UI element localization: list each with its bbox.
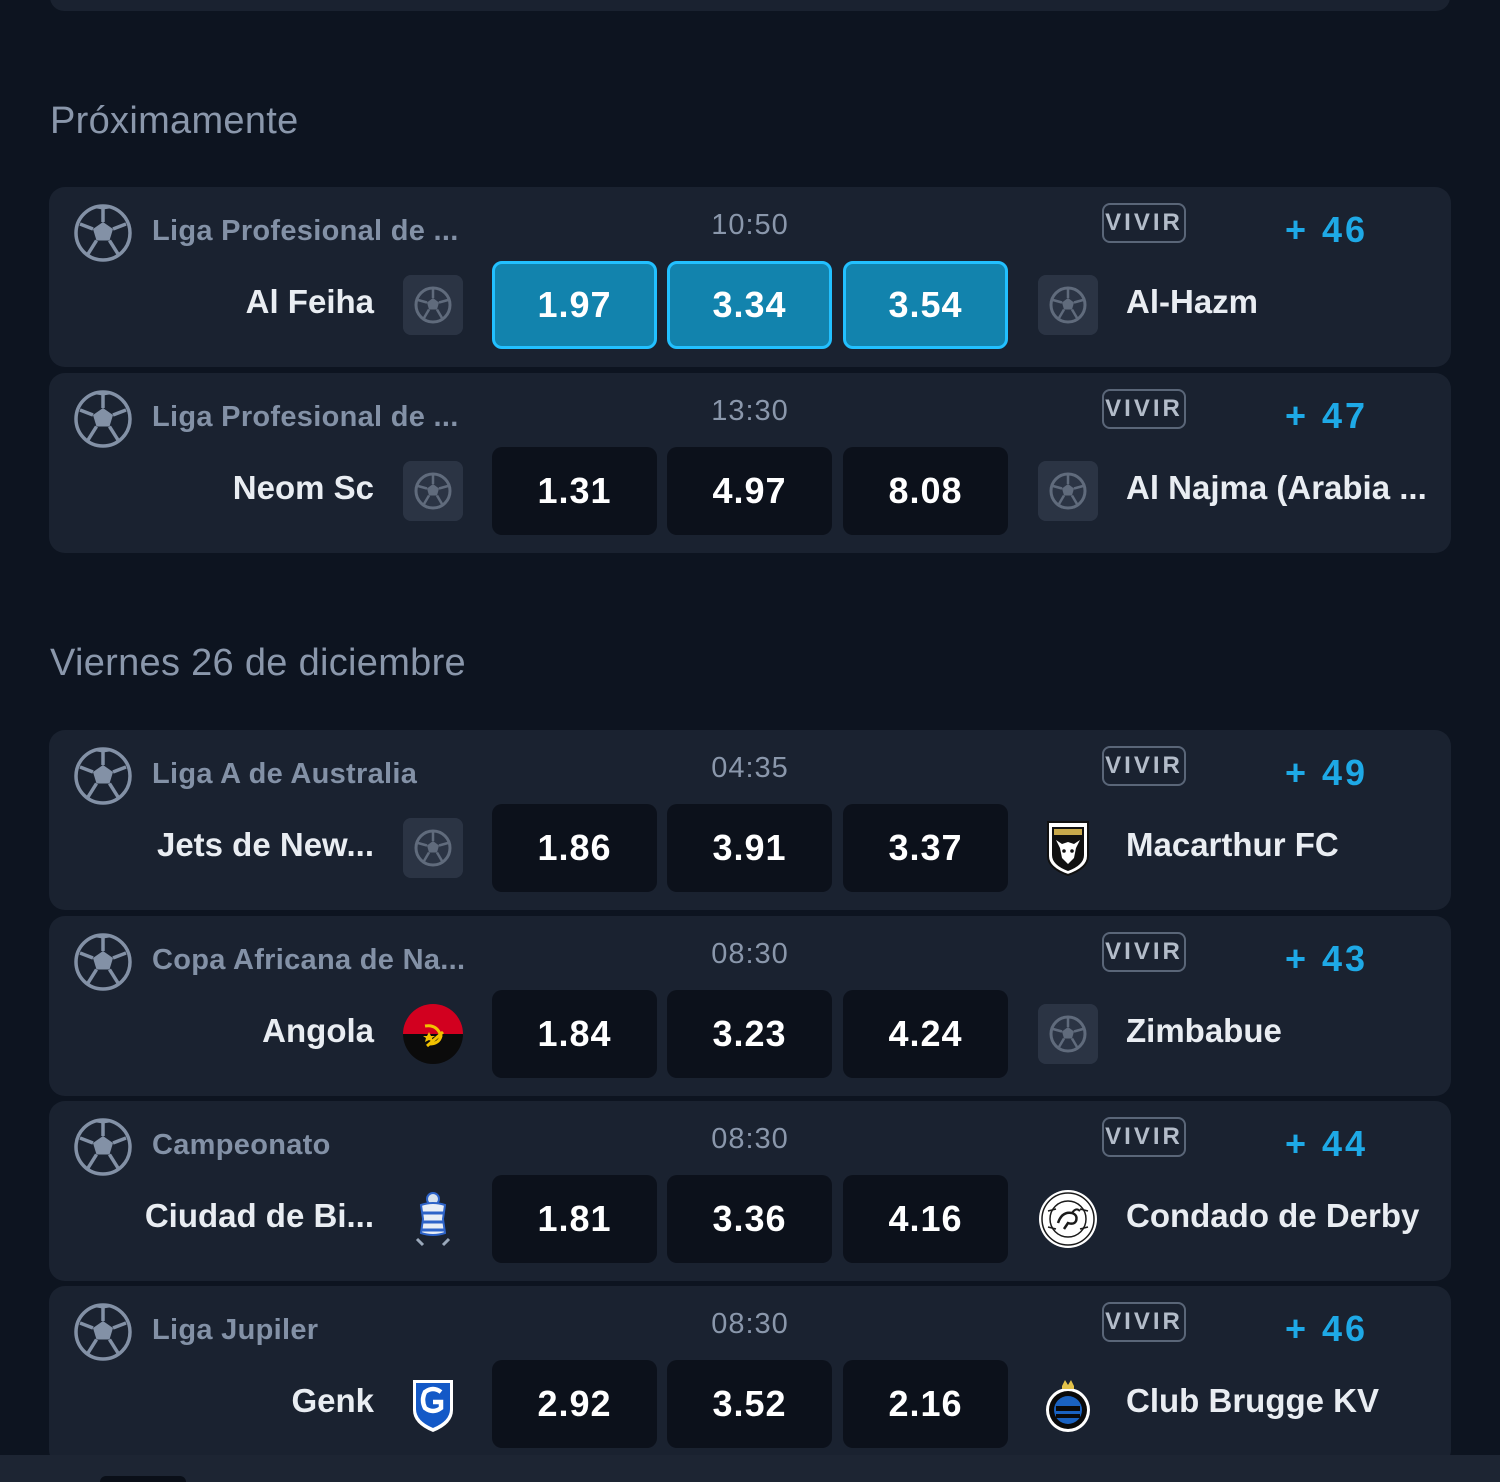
soccer-ball-icon xyxy=(403,461,463,521)
away-team-name[interactable]: Zimbabue xyxy=(1126,1012,1282,1050)
soccer-ball-icon xyxy=(403,275,463,335)
more-markets-link[interactable]: + 46 xyxy=(1285,209,1368,251)
match-time: 08:30 xyxy=(711,1308,789,1340)
league-name: Campeonato xyxy=(152,1129,331,1161)
soccer-ball-icon xyxy=(403,818,463,878)
more-markets-link[interactable]: + 49 xyxy=(1285,752,1368,794)
soccer-ball-icon xyxy=(1038,275,1098,335)
live-badge: VIVIR xyxy=(1102,746,1186,786)
soccer-ball-icon xyxy=(73,746,133,806)
home-team-name[interactable]: Jets de New... xyxy=(157,826,374,864)
match-card[interactable]: Copa Africana de Na... 08:30 VIVIR + 43 … xyxy=(49,916,1451,1096)
derby-crest-icon xyxy=(1039,1190,1097,1248)
soccer-ball-icon xyxy=(73,389,133,449)
more-markets-link[interactable]: + 47 xyxy=(1285,395,1368,437)
home-team-name[interactable]: Angola xyxy=(262,1012,374,1050)
more-markets-link[interactable]: + 46 xyxy=(1285,1308,1368,1350)
live-badge: VIVIR xyxy=(1102,932,1186,972)
odd-away-button[interactable]: 4.24 xyxy=(843,990,1008,1078)
section-title-date: Viernes 26 de diciembre xyxy=(50,642,466,684)
league-name: Liga A de Australia xyxy=(152,758,418,790)
league-name: Liga Profesional de ... xyxy=(152,401,459,433)
odd-away-button[interactable]: 8.08 xyxy=(843,447,1008,535)
odd-home-button[interactable]: 1.81 xyxy=(492,1175,657,1263)
home-team-name[interactable]: Neom Sc xyxy=(233,469,374,507)
match-card[interactable]: Campeonato 08:30 VIVIR + 44 Ciudad de Bi… xyxy=(49,1101,1451,1281)
tab-indicator xyxy=(100,1476,186,1482)
odd-away-button[interactable]: 3.54 xyxy=(843,261,1008,349)
live-badge: VIVIR xyxy=(1102,203,1186,243)
soccer-ball-icon xyxy=(73,1302,133,1362)
away-team-name[interactable]: Al-Hazm xyxy=(1126,283,1258,321)
home-team-name[interactable]: Al Feiha xyxy=(246,283,374,321)
odd-away-button[interactable]: 4.16 xyxy=(843,1175,1008,1263)
league-name: Copa Africana de Na... xyxy=(152,944,466,976)
match-time: 13:30 xyxy=(711,395,789,427)
macarthur-crest-icon xyxy=(1047,821,1089,877)
odd-away-button[interactable]: 3.37 xyxy=(843,804,1008,892)
match-time: 08:30 xyxy=(711,938,789,970)
birmingham-crest-icon xyxy=(415,1192,451,1247)
away-team-name[interactable]: Club Brugge KV xyxy=(1126,1382,1379,1420)
more-markets-link[interactable]: + 44 xyxy=(1285,1123,1368,1165)
match-card[interactable]: Liga Profesional de ... 13:30 VIVIR + 47… xyxy=(49,373,1451,553)
match-time: 10:50 xyxy=(711,209,789,241)
match-time: 08:30 xyxy=(711,1123,789,1155)
live-badge: VIVIR xyxy=(1102,389,1186,429)
odd-away-button[interactable]: 2.16 xyxy=(843,1360,1008,1448)
match-card[interactable]: Liga Profesional de ... 10:50 VIVIR + 46… xyxy=(49,187,1451,367)
odd-draw-button[interactable]: 4.97 xyxy=(667,447,832,535)
odd-home-button[interactable]: 1.97 xyxy=(492,261,657,349)
home-team-name[interactable]: Genk xyxy=(291,1382,374,1420)
away-team-name[interactable]: Condado de Derby xyxy=(1126,1197,1419,1235)
odd-home-button[interactable]: 1.84 xyxy=(492,990,657,1078)
live-badge: VIVIR xyxy=(1102,1117,1186,1157)
odd-draw-button[interactable]: 3.23 xyxy=(667,990,832,1078)
odd-draw-button[interactable]: 3.52 xyxy=(667,1360,832,1448)
live-badge: VIVIR xyxy=(1102,1302,1186,1342)
away-team-name[interactable]: Al Najma (Arabia ... xyxy=(1126,469,1427,507)
away-team-name[interactable]: Macarthur FC xyxy=(1126,826,1339,864)
more-markets-link[interactable]: + 43 xyxy=(1285,938,1368,980)
odd-draw-button[interactable]: 3.91 xyxy=(667,804,832,892)
brugge-crest-icon xyxy=(1046,1380,1090,1432)
soccer-ball-icon xyxy=(1038,461,1098,521)
league-name: Liga Jupiler xyxy=(152,1314,319,1346)
bottom-navigation-bar xyxy=(0,1455,1500,1482)
home-team-name[interactable]: Ciudad de Bi... xyxy=(145,1197,374,1235)
section-title-upcoming: Próximamente xyxy=(50,100,299,142)
odd-home-button[interactable]: 1.31 xyxy=(492,447,657,535)
previous-card-edge xyxy=(50,0,1450,11)
soccer-ball-icon xyxy=(73,1117,133,1177)
soccer-ball-icon xyxy=(73,203,133,263)
odd-draw-button[interactable]: 3.36 xyxy=(667,1175,832,1263)
match-card[interactable]: Liga A de Australia 04:35 VIVIR + 49 Jet… xyxy=(49,730,1451,910)
odd-home-button[interactable]: 2.92 xyxy=(492,1360,657,1448)
odd-home-button[interactable]: 1.86 xyxy=(492,804,657,892)
soccer-ball-icon xyxy=(1038,1004,1098,1064)
angola-flag-icon xyxy=(403,1004,463,1064)
match-time: 04:35 xyxy=(711,752,789,784)
soccer-ball-icon xyxy=(73,932,133,992)
league-name: Liga Profesional de ... xyxy=(152,215,459,247)
match-card[interactable]: Liga Jupiler 08:30 VIVIR + 46 Genk 2.92 … xyxy=(49,1286,1451,1466)
odd-draw-button[interactable]: 3.34 xyxy=(667,261,832,349)
genk-crest-icon xyxy=(413,1380,453,1432)
